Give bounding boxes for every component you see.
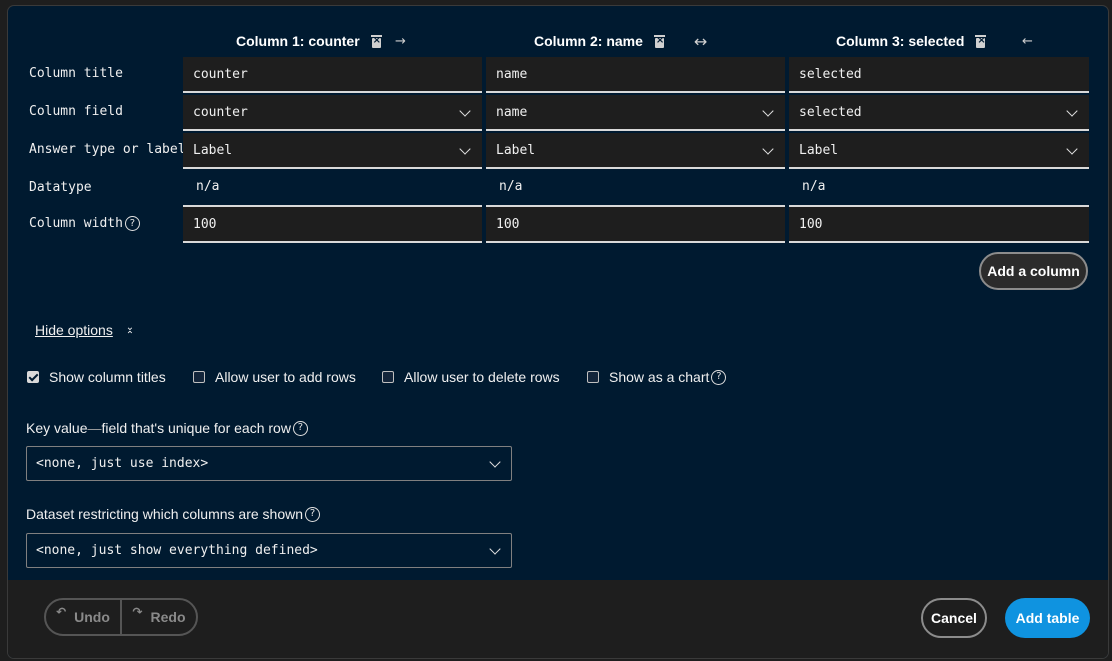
column-width-help-icon[interactable]: ? [124,216,140,231]
allow-delete-rows-label: Allow user to delete rows [404,369,560,385]
column-2-title-input[interactable]: name [486,57,785,93]
show-as-chart-checkbox[interactable] [587,371,599,383]
chevron-down-icon [459,143,471,155]
dataset-label: Dataset restricting which columns are sh… [26,506,321,522]
key-value-help-icon[interactable]: ? [292,420,308,436]
column-1-answer-type-value: Label [193,142,233,158]
column-1-field-select[interactable]: counter [183,95,482,131]
column-3-answer-type-value: Label [799,142,839,158]
show-as-chart-option[interactable]: Show as a chart ? [587,369,727,385]
key-value-label: Key value — field that's unique for each… [26,420,308,436]
column-2-datatype: n/a [486,171,785,207]
hide-options-link[interactable]: Hide options [35,322,113,338]
column-2-field-select[interactable]: name [486,95,785,131]
column-1-datatype: n/a [183,171,482,207]
column-3-title-input[interactable]: selected [789,57,1089,93]
column-1-title-input[interactable]: counter [183,57,482,93]
delete-column-1-icon[interactable] [370,34,382,48]
table-editor-dialog: Column 1: counter → Column 2: name ↔ Col… [8,6,1108,658]
key-value-label-main: Key value [26,420,88,436]
undo-label: Undo [74,609,110,625]
dataset-select[interactable]: <none, just show everything defined> [26,533,512,568]
column-3-field-select[interactable]: selected [789,95,1089,131]
row-label-column-width-text: Column width [29,216,123,231]
row-label-datatype: Datatype [29,180,92,195]
chevron-down-icon [489,456,501,468]
row-label-column-field: Column field [29,104,123,119]
chevron-down-icon [489,543,501,555]
key-value-selected: <none, just use index> [36,456,209,471]
allow-add-rows-checkbox[interactable] [193,371,205,383]
allow-delete-rows-checkbox[interactable] [382,371,394,383]
show-as-chart-label: Show as a chart [609,369,710,385]
row-label-answer-type: Answer type or label [29,142,186,157]
allow-delete-rows-option[interactable]: Allow user to delete rows [382,369,560,385]
column-3-title: Column 3: selected [836,33,965,49]
allow-add-rows-label: Allow user to add rows [215,369,356,385]
column-3-datatype: n/a [789,171,1089,207]
chevron-down-icon [762,143,774,155]
key-value-label-dash: — [87,420,102,436]
column-3-field-value: selected [799,104,862,120]
add-table-button[interactable]: Add table [1005,598,1090,638]
redo-icon: ↷ [132,605,143,619]
column-1-width-input[interactable]: 100 [183,207,482,243]
column-3-answer-type-select[interactable]: Label [789,133,1089,169]
redo-label: Redo [150,609,186,625]
column-2-field-value: name [496,104,528,120]
row-label-column-title: Column title [29,66,123,81]
redo-button[interactable]: ↷ Redo [120,600,196,634]
allow-add-rows-option[interactable]: Allow user to add rows [193,369,356,385]
column-2-answer-type-select[interactable]: Label [486,133,785,169]
move-column-3-left-icon[interactable]: ← [1022,34,1033,49]
move-column-2-icon[interactable]: ↔ [694,32,707,51]
row-label-column-width: Column width ? [29,216,140,231]
key-value-label-rest: field that's unique for each row [101,420,291,436]
add-column-button[interactable]: Add a column [979,252,1088,290]
delete-column-2-icon[interactable] [653,34,665,48]
show-column-titles-option[interactable]: Show column titles [27,369,166,385]
column-1-answer-type-select[interactable]: Label [183,133,482,169]
column-3-header: Column 3: selected [836,26,987,56]
show-column-titles-checkbox[interactable] [27,371,39,383]
delete-column-3-icon[interactable] [975,34,987,48]
column-1-title: Column 1: counter [236,33,360,49]
show-as-chart-help-icon[interactable]: ? [711,369,727,385]
chevron-down-icon [459,105,471,117]
column-1-header: Column 1: counter [236,26,382,56]
chevron-down-icon [762,105,774,117]
chevron-down-icon [1066,105,1078,117]
key-value-select[interactable]: <none, just use index> [26,446,512,481]
dataset-selected: <none, just show everything defined> [36,543,318,558]
dataset-help-icon[interactable]: ? [305,506,321,522]
dialog-footer: ↶ Undo ↷ Redo Cancel Add table [8,580,1108,658]
chevron-down-icon [1066,143,1078,155]
move-column-1-right-icon[interactable]: → [395,34,406,49]
undo-icon: ↶ [56,605,67,619]
cancel-button[interactable]: Cancel [921,598,987,638]
column-3-width-input[interactable]: 100 [789,207,1089,243]
show-column-titles-label: Show column titles [49,369,166,385]
collapse-icon[interactable]: ⌄ ⌃ [125,323,135,341]
undo-button[interactable]: ↶ Undo [46,600,120,634]
column-2-width-input[interactable]: 100 [486,207,785,243]
column-2-answer-type-value: Label [496,142,536,158]
column-2-header: Column 2: name [534,26,665,56]
column-2-title: Column 2: name [534,33,643,49]
undo-redo-group: ↶ Undo ↷ Redo [44,598,198,636]
dataset-label-text: Dataset restricting which columns are sh… [26,506,304,522]
column-1-field-value: counter [193,104,248,120]
